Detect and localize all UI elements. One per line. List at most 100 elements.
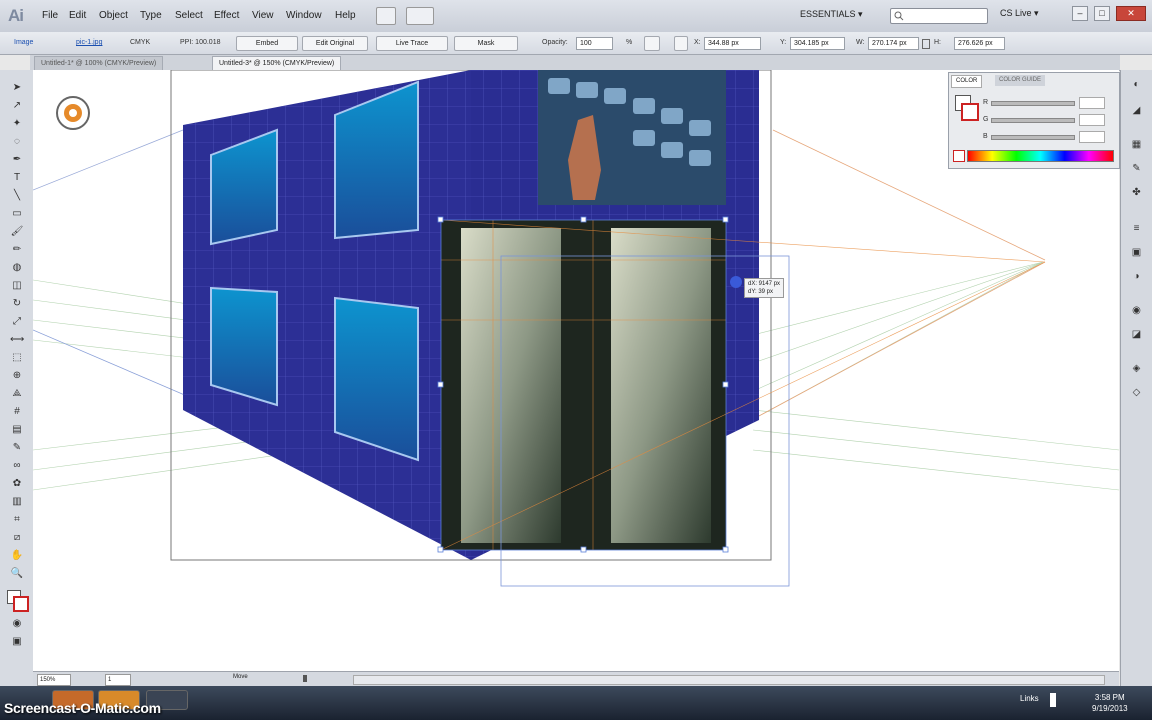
b-slider[interactable] — [991, 135, 1075, 140]
shape-builder-tool-icon[interactable]: ⊕ — [10, 370, 24, 382]
height-field[interactable]: 276.626 px — [954, 37, 1005, 50]
status-bar: 150% 1 Move — [33, 671, 1119, 687]
r-slider[interactable] — [991, 101, 1075, 106]
blob-brush-tool-icon[interactable]: ◍ — [10, 262, 24, 274]
tools-panel: ➤ ↗ ✦ ◌ ✒ T ╲ ▭ 🖌 ✏ ◍ ◫ ↻ ⤢ ⟷ ⬚ ⊕ ⟁ # ▤ … — [0, 70, 34, 686]
selection-type[interactable]: Image — [14, 39, 33, 46]
tab-color[interactable]: COLOR — [951, 75, 983, 88]
eraser-tool-icon[interactable]: ◫ — [10, 280, 24, 292]
column-graph-tool-icon[interactable]: ▥ — [10, 496, 24, 508]
tab-color-guide[interactable]: COLOR GUIDE — [995, 75, 1046, 86]
bridge-icon[interactable] — [376, 7, 396, 25]
menu-view[interactable]: View — [252, 10, 274, 21]
selection-tool-icon[interactable]: ➤ — [10, 82, 24, 94]
appearance-icon[interactable]: ◉ — [1129, 304, 1144, 317]
free-transform-tool-icon[interactable]: ⬚ — [10, 352, 24, 364]
status-menu-arrow-icon[interactable] — [303, 675, 307, 682]
swatches-icon[interactable]: ▦ — [1129, 138, 1144, 151]
draw-mode-icon[interactable]: ◉ — [10, 618, 24, 630]
close-button[interactable]: ✕ — [1116, 6, 1146, 21]
minimize-button[interactable]: – — [1072, 6, 1088, 21]
menu-help[interactable]: Help — [335, 10, 356, 21]
rotate-tool-icon[interactable]: ↻ — [10, 298, 24, 310]
g-slider[interactable] — [991, 118, 1075, 123]
mask-button[interactable]: Mask — [454, 36, 518, 51]
symbol-sprayer-tool-icon[interactable]: ✿ — [10, 478, 24, 490]
constrain-link-icon[interactable] — [922, 39, 930, 49]
menu-type[interactable]: Type — [140, 10, 162, 21]
eyedropper-tool-icon[interactable]: ✎ — [10, 442, 24, 454]
x-label: X: — [694, 39, 701, 46]
menu-bar: Ai File Edit Object Type Select Effect V… — [0, 0, 1152, 33]
scale-tool-icon[interactable]: ⤢ — [10, 316, 24, 328]
line-tool-icon[interactable]: ╲ — [10, 190, 24, 202]
color-panel-icon[interactable]: ◐ — [1129, 78, 1144, 91]
none-swatch-icon[interactable] — [953, 150, 965, 162]
linked-file[interactable]: pic-1.jpg — [76, 39, 102, 46]
x-field[interactable]: 344.88 px — [704, 37, 761, 50]
menu-edit[interactable]: Edit — [69, 10, 86, 21]
search-input[interactable] — [890, 8, 988, 24]
live-trace-button[interactable]: Live Trace — [376, 36, 448, 51]
width-tool-icon[interactable]: ⟷ — [10, 334, 24, 346]
stroke-icon[interactable]: ≡ — [1129, 222, 1144, 235]
workspace-switcher[interactable]: ESSENTIALS ▾ — [800, 9, 863, 20]
artboards-icon[interactable]: ◇ — [1129, 386, 1144, 399]
g-field[interactable] — [1079, 114, 1105, 126]
hand-tool-icon[interactable]: ✋ — [10, 550, 24, 562]
graphic-styles-icon[interactable]: ◪ — [1129, 328, 1144, 341]
blend-tool-icon[interactable]: ∞ — [10, 460, 24, 472]
b-field[interactable] — [1079, 131, 1105, 143]
paintbrush-tool-icon[interactable]: 🖌 — [10, 226, 24, 238]
menu-file[interactable]: File — [42, 10, 58, 21]
pen-tool-icon[interactable]: ✒ — [10, 154, 24, 166]
tab-untitled-3[interactable]: Untitled-3* @ 150% (CMYK/Preview) — [212, 56, 342, 70]
edit-original-button[interactable]: Edit Original — [302, 36, 368, 51]
mesh-tool-icon[interactable]: # — [10, 406, 24, 418]
magic-wand-tool-icon[interactable]: ✦ — [10, 118, 24, 130]
symbols-icon[interactable]: ✤ — [1129, 186, 1144, 199]
stroke-swatch[interactable] — [13, 596, 29, 612]
color-panel: COLOR COLOR GUIDE R G B — [948, 72, 1120, 169]
artboard-field[interactable]: 1 — [105, 674, 131, 686]
menu-effect[interactable]: Effect — [214, 10, 239, 21]
zoom-tool-icon[interactable]: 🔍 — [10, 568, 24, 580]
cs-live-menu[interactable]: CS Live ▾ — [1000, 8, 1039, 19]
embed-button[interactable]: Embed — [236, 36, 298, 51]
width-field[interactable]: 270.174 px — [868, 37, 919, 50]
opacity-field[interactable]: 100 — [576, 37, 613, 50]
y-field[interactable]: 304.185 px — [790, 37, 845, 50]
menu-window[interactable]: Window — [286, 10, 322, 21]
pencil-tool-icon[interactable]: ✏ — [10, 244, 24, 256]
system-clock[interactable]: 3:58 PM 9/19/2013 — [1092, 692, 1128, 714]
volume-icon[interactable] — [1050, 693, 1056, 707]
arrange-documents-icon[interactable] — [406, 7, 434, 25]
r-field[interactable] — [1079, 97, 1105, 109]
horizontal-scrollbar[interactable] — [353, 675, 1105, 685]
type-tool-icon[interactable]: T — [10, 172, 24, 184]
brushes-icon[interactable]: ✎ — [1129, 162, 1144, 175]
zoom-field[interactable]: 150% — [37, 674, 71, 686]
artboard-tool-icon[interactable]: ⌗ — [10, 514, 24, 526]
color-spectrum[interactable] — [967, 150, 1114, 162]
language-indicator[interactable]: Links — [1020, 694, 1039, 703]
reference-point-icon[interactable] — [674, 36, 688, 51]
slice-tool-icon[interactable]: ⧄ — [10, 532, 24, 544]
color-guide-icon[interactable]: ◢ — [1129, 104, 1144, 117]
lasso-tool-icon[interactable]: ◌ — [10, 136, 24, 148]
maximize-button[interactable]: □ — [1094, 6, 1110, 21]
transparency-icon[interactable]: ◑ — [1129, 270, 1144, 283]
tab-untitled-1[interactable]: Untitled-1* @ 100% (CMYK/Preview) — [34, 56, 164, 70]
layers-icon[interactable]: ◈ — [1129, 362, 1144, 375]
align-icon[interactable] — [644, 36, 660, 51]
rectangle-tool-icon[interactable]: ▭ — [10, 208, 24, 220]
gradient-icon[interactable]: ▣ — [1129, 246, 1144, 259]
menu-select[interactable]: Select — [175, 10, 203, 21]
panel-stroke-swatch[interactable] — [961, 103, 979, 121]
direct-selection-tool-icon[interactable]: ↗ — [10, 100, 24, 112]
status-tool-readout[interactable]: Move — [233, 674, 248, 680]
screen-mode-icon[interactable]: ▣ — [10, 636, 24, 648]
perspective-grid-tool-icon[interactable]: ⟁ — [10, 388, 24, 400]
menu-object[interactable]: Object — [99, 10, 128, 21]
gradient-tool-icon[interactable]: ▤ — [10, 424, 24, 436]
